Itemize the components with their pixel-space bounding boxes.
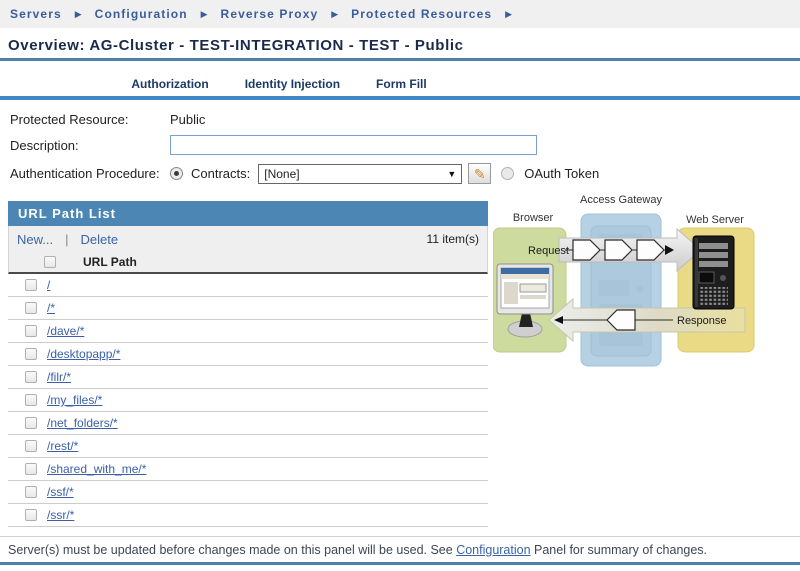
row-checkbox[interactable] <box>25 371 37 383</box>
row-checkbox[interactable] <box>25 417 37 429</box>
edit-contract-button[interactable]: ✎ <box>468 163 491 184</box>
panel-title: URL Path List <box>8 201 488 226</box>
toolbar-separator: | <box>65 232 68 247</box>
contracts-label: Contracts: <box>191 166 250 181</box>
bottom-accent-bar <box>0 562 800 565</box>
row-checkbox[interactable] <box>25 348 37 360</box>
url-path-link[interactable]: / <box>47 278 50 292</box>
url-path-link[interactable]: /rest/* <box>47 439 78 453</box>
table-row: /ssr/* <box>8 504 488 527</box>
row-checkbox[interactable] <box>25 509 37 521</box>
table-row: /shared_with_me/* <box>8 458 488 481</box>
description-field[interactable] <box>170 135 537 155</box>
contracts-select[interactable]: [None] ▼ <box>258 164 462 184</box>
column-header-url-path: URL Path <box>83 255 137 269</box>
title-divider <box>0 58 800 61</box>
table-row: / <box>8 274 488 297</box>
new-button[interactable]: New... <box>17 232 53 247</box>
table-row: /ssf/* <box>8 481 488 504</box>
access-gateway-label: Access Gateway <box>580 194 662 206</box>
tab-form-fill[interactable]: Form Fill <box>362 72 445 96</box>
table-row: /my_files/* <box>8 389 488 412</box>
breadcrumb-arrow-icon: ▶ <box>331 9 338 20</box>
row-checkbox[interactable] <box>25 394 37 406</box>
chevron-down-icon: ▼ <box>447 169 456 179</box>
oauth-token-label: OAuth Token <box>524 166 599 181</box>
breadcrumb-arrow-icon: ▶ <box>75 9 82 20</box>
breadcrumb: Servers ▶ Configuration ▶ Reverse Proxy … <box>0 0 800 28</box>
oauth-token-radio[interactable] <box>501 167 514 180</box>
table-row: /* <box>8 297 488 320</box>
web-server-label: Web Server <box>686 214 744 226</box>
tab-identity-injection[interactable]: Identity Injection <box>231 72 358 96</box>
row-checkbox[interactable] <box>25 440 37 452</box>
table-row: /desktopapp/* <box>8 343 488 366</box>
table-row: /net_folders/* <box>8 412 488 435</box>
auth-procedure-label: Authentication Procedure: <box>10 166 170 181</box>
item-count: 11 item(s) <box>427 232 479 246</box>
url-path-list-panel: URL Path List New... | Delete 11 item(s)… <box>8 201 488 527</box>
response-label: Response <box>677 315 727 327</box>
row-checkbox[interactable] <box>25 463 37 475</box>
page-title: Overview: AG-Cluster - TEST-INTEGRATION … <box>0 28 800 58</box>
url-path-rows: / /* /dave/* /desktopapp/* /filr/* /my_f… <box>8 274 488 527</box>
breadcrumb-item-reverse-proxy[interactable]: Reverse Proxy <box>221 7 319 21</box>
browser-label: Browser <box>513 212 554 224</box>
pencil-icon: ✎ <box>474 167 486 181</box>
row-checkbox[interactable] <box>25 325 37 337</box>
panel-toolbar: New... | Delete 11 item(s) <box>8 226 488 252</box>
breadcrumb-item-servers[interactable]: Servers <box>10 7 62 21</box>
column-header-row: URL Path <box>8 252 488 274</box>
footer-text-before: Server(s) must be updated before changes… <box>8 543 456 557</box>
description-label: Description: <box>10 138 170 153</box>
url-path-link[interactable]: /* <box>47 301 55 315</box>
tab-authorization[interactable]: Authorization <box>117 72 226 96</box>
content-area: URL Path List New... | Delete 11 item(s)… <box>0 194 800 536</box>
protected-resource-label: Protected Resource: <box>10 112 170 127</box>
breadcrumb-item-protected-resources[interactable]: Protected Resources <box>351 7 492 21</box>
url-path-link[interactable]: /shared_with_me/* <box>47 462 146 476</box>
url-path-link[interactable]: /dave/* <box>47 324 84 338</box>
select-all-checkbox[interactable] <box>44 256 56 268</box>
contracts-radio[interactable] <box>170 167 183 180</box>
url-path-link[interactable]: /ssf/* <box>47 485 74 499</box>
server-tower-icon <box>693 236 734 309</box>
overview-form: Protected Resource: Public Description: … <box>0 100 800 184</box>
tab-strip: Overview Authorization Identity Injectio… <box>28 72 800 96</box>
configuration-link[interactable]: Configuration <box>456 543 530 557</box>
table-row: /rest/* <box>8 435 488 458</box>
url-path-link[interactable]: /net_folders/* <box>47 416 118 430</box>
url-path-link[interactable]: /desktopapp/* <box>47 347 120 361</box>
breadcrumb-arrow-icon: ▶ <box>201 9 208 20</box>
table-row: /filr/* <box>8 366 488 389</box>
url-path-link[interactable]: /ssr/* <box>47 508 74 522</box>
breadcrumb-arrow-icon: ▶ <box>505 9 512 20</box>
footer-text-after: Panel for summary of changes. <box>531 543 707 557</box>
row-checkbox[interactable] <box>25 486 37 498</box>
row-checkbox[interactable] <box>25 302 37 314</box>
gateway-diagram: Browser Access Gateway Web Server Reques… <box>493 194 795 369</box>
tab-overview[interactable]: Overview <box>28 72 113 96</box>
row-checkbox[interactable] <box>25 279 37 291</box>
breadcrumb-item-configuration[interactable]: Configuration <box>95 7 188 21</box>
footer-note: Server(s) must be updated before changes… <box>0 536 800 562</box>
contracts-selected-value: [None] <box>264 167 299 181</box>
delete-button[interactable]: Delete <box>81 232 119 247</box>
request-label: Request <box>528 245 569 257</box>
url-path-link[interactable]: /my_files/* <box>47 393 102 407</box>
protected-resource-value: Public <box>170 112 205 127</box>
table-row: /dave/* <box>8 320 488 343</box>
url-path-link[interactable]: /filr/* <box>47 370 71 384</box>
